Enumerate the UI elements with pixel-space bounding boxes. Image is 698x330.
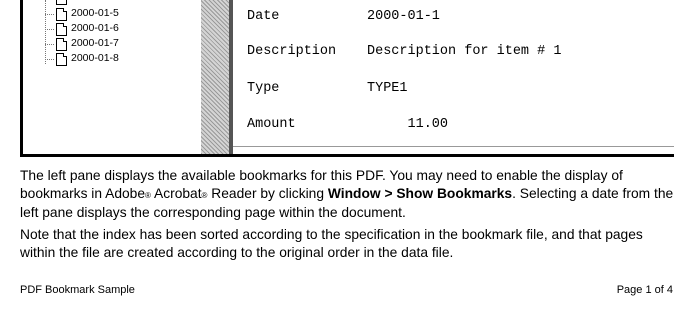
footer-title: PDF Bookmark Sample: [20, 284, 135, 296]
pane-splitter[interactable]: [201, 0, 230, 154]
page-icon: [56, 53, 67, 66]
bookmark-label: 2000-01-4: [71, 0, 119, 3]
sorting-note: Note that the index has been sorted acco…: [20, 227, 643, 260]
bookmark-label: 2000-01-5: [71, 7, 119, 19]
field-row-description: Description Description for item # 1: [247, 44, 561, 59]
field-key: Amount: [247, 117, 296, 132]
page-icon: [56, 38, 67, 51]
document-page: Date 2000-01-1 Description Description for…: [233, 0, 674, 154]
menu-path: Window > Show Bookmarks: [327, 185, 513, 201]
field-key: Description: [247, 44, 337, 59]
field-row-amount: Amount 11.00: [247, 117, 448, 132]
field-value: TYPE1: [367, 81, 408, 96]
bookmark-label: 2000-01-6: [71, 22, 119, 34]
bookmark-label: 2000-01-8: [71, 52, 119, 64]
bookmarks-pane: 2000-01-4 2000-01-5 2000-01-6 2000-01-7 …: [23, 0, 201, 154]
page-rule: [233, 146, 674, 147]
acrobat-screenshot: 2000-01-4 2000-01-5 2000-01-6 2000-01-7 …: [20, 0, 674, 157]
window-frame-bottom: [20, 154, 674, 157]
bookmarks-instructions: The left pane displays the available boo…: [20, 168, 674, 220]
field-value: Description for item # 1: [367, 44, 562, 59]
field-key: Type: [247, 81, 280, 96]
field-key: Date: [247, 9, 280, 24]
page-icon: [56, 0, 67, 5]
page-number: Page 1 of 4: [616, 284, 673, 296]
tree-connector: [45, 0, 46, 64]
page-icon: [56, 23, 67, 36]
page-icon: [56, 8, 67, 21]
bookmark-label: 2000-01-7: [71, 37, 119, 49]
field-row-date: Date 2000-01-1: [247, 9, 440, 24]
field-row-type: Type TYPE1: [247, 81, 408, 96]
field-value: 11.00: [367, 117, 449, 132]
field-value: 2000-01-1: [367, 9, 440, 24]
